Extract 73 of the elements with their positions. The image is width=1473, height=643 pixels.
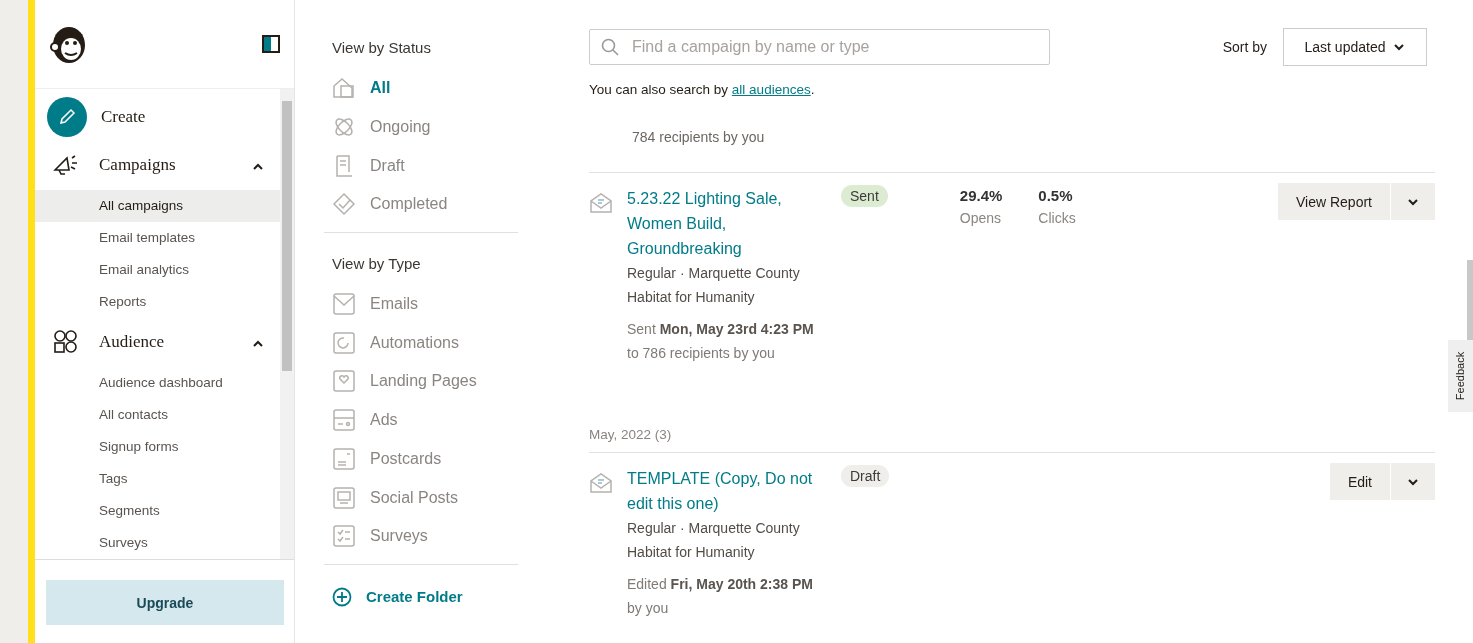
plus-circle-icon (332, 586, 352, 607)
nav-item[interactable]: Tags (35, 462, 280, 495)
campaign-title-link[interactable]: TEMPLATE (Copy, Do not edit this one) (627, 466, 841, 516)
sort-dropdown[interactable]: Last updated (1283, 28, 1427, 66)
search-field[interactable]: Find a campaign by name or type (589, 29, 1050, 65)
postcard-icon (332, 446, 356, 471)
nav-item[interactable]: Email templates (35, 221, 280, 254)
monitor-icon (332, 485, 356, 510)
status-badge: Sent (841, 185, 888, 207)
refresh-icon (332, 330, 356, 355)
nav-item[interactable]: Surveys (35, 526, 280, 559)
campaign-meta: Regular · Marquette County Habitat for Humanity (627, 264, 801, 307)
month-heading: May, 2022 (3) (589, 427, 673, 444)
scrollbar[interactable] (1467, 260, 1473, 340)
caret-icon[interactable] (1393, 43, 1406, 51)
envelope-icon (332, 292, 356, 317)
sidebar-toggle-icon[interactable] (262, 35, 280, 53)
megaphone-icon (53, 153, 79, 176)
scrollbar[interactable] (280, 89, 294, 559)
status-filter[interactable]: Draft (324, 146, 559, 186)
nav-section-label[interactable]: Audience (99, 332, 232, 353)
type-filter[interactable]: Emails (324, 284, 559, 324)
check-icon (332, 192, 356, 217)
nav-item[interactable]: Email analytics (35, 253, 280, 286)
stat-label: Opens (959, 210, 1003, 226)
action-button[interactable]: Edit (1329, 463, 1390, 500)
nav-item[interactable]: All campaigns (35, 189, 280, 222)
stat-value: 0.5% (1038, 187, 1074, 204)
ad-card-icon (332, 408, 356, 433)
campaign-meta: Regular · Marquette County Habitat for Humanity (627, 519, 801, 562)
nav-item[interactable]: Signup forms (35, 430, 280, 463)
action-button[interactable]: View Report (1278, 183, 1390, 220)
status-filter[interactable]: All (324, 69, 559, 108)
chevron-down-icon (1407, 477, 1419, 486)
type-filter[interactable]: Surveys (324, 516, 559, 556)
nav-item[interactable]: All contacts (35, 398, 280, 431)
chevron-up-icon[interactable] (252, 339, 264, 348)
create-folder-link[interactable]: Create Folder (324, 572, 559, 621)
section-heading: View by Type (331, 253, 422, 274)
checklist-icon (332, 524, 356, 549)
all-audiences-link[interactable]: all audiences (731, 82, 811, 97)
envelope-icon (589, 191, 613, 215)
sort-label: Sort by (1222, 39, 1267, 55)
nav-item[interactable]: Reports (35, 285, 280, 318)
stat-label: Clicks (1038, 210, 1076, 226)
status-filter[interactable]: Ongoing (324, 107, 559, 147)
pencil-icon (47, 96, 87, 137)
envelope-icon (589, 471, 613, 495)
search-hint: You can also search by all audiences. (589, 82, 815, 97)
upgrade-button[interactable]: Upgrade (46, 580, 284, 625)
status-badge: Draft (841, 465, 890, 487)
type-filter[interactable]: Social Posts (324, 478, 559, 517)
search-icon (601, 38, 619, 56)
type-filter[interactable]: Ads (324, 400, 559, 440)
campaign-title-link[interactable]: 5.23.22 Lighting Sale, Women Build, Groundbreaking (627, 186, 841, 261)
recipients-text: 784 recipients by you (631, 128, 766, 147)
folder-icon (332, 76, 356, 101)
nav-section-label[interactable]: Campaigns (99, 154, 232, 175)
chevron-down-icon (1407, 197, 1419, 206)
nav-item[interactable]: Segments (35, 494, 280, 527)
type-filter[interactable]: Automations (324, 323, 559, 363)
status-filter[interactable]: Completed (324, 185, 559, 224)
nav-item[interactable]: Audience dashboard (35, 366, 280, 399)
chevron-up-icon[interactable] (252, 161, 264, 170)
type-filter[interactable]: Landing Pages (324, 362, 559, 401)
create-nav-item[interactable]: Create (35, 93, 280, 141)
feedback-tab[interactable]: Feedback (1448, 340, 1473, 412)
type-filter[interactable]: Postcards (324, 439, 559, 479)
campaign-date: Sent Mon, May 23rd 4:23 PM to 786 recipients by you (627, 320, 815, 363)
people-icon (53, 330, 79, 355)
section-heading: View by Status (331, 38, 432, 58)
stat-value: 29.4% (959, 187, 1003, 204)
campaign-date: Edited Fri, May 20th 2:38 PM by you (627, 575, 814, 618)
